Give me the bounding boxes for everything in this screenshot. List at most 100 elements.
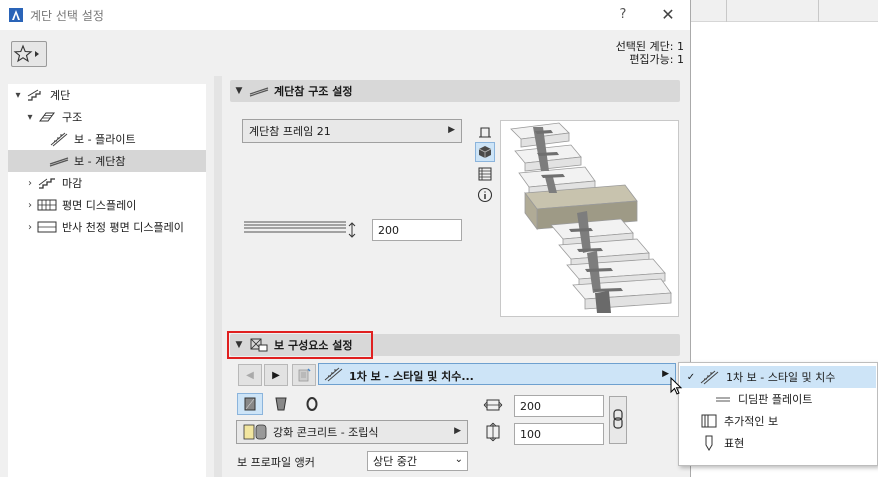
tree-label: 계단 <box>50 89 71 102</box>
collapse-triangle-icon[interactable]: ▼ <box>230 86 248 96</box>
material-swatch-icon <box>243 424 267 440</box>
tree-label: 평면 디스플레이 <box>62 199 137 212</box>
tree-label: 마감 <box>62 177 83 190</box>
material-value: 강화 콘크리트 - 조립식 <box>273 426 379 439</box>
selection-info: 선택된 계단: 1 편집가능: 1 <box>616 40 684 66</box>
menu-item-label: 1차 보 - 스타일 및 치수 <box>726 371 836 384</box>
checkmark-icon: ✓ <box>686 371 696 383</box>
profile-anchor-select[interactable]: 상단 중간 ⌄ <box>367 451 468 471</box>
beam-height-icon <box>486 422 500 442</box>
menu-item-primary-beam[interactable]: ✓ 1차 보 - 스타일 및 치수 <box>680 366 876 388</box>
chevron-right-icon[interactable]: › <box>24 178 36 189</box>
rectangular-profile-button[interactable] <box>237 393 263 415</box>
flight-beam-icon <box>700 370 719 385</box>
floorplan-icon <box>37 199 57 211</box>
chevron-down-icon: ⌄ <box>454 454 463 465</box>
tree-label: 반사 천정 평면 디스플레이 <box>62 221 184 234</box>
star-favorites-icon <box>13 44 39 63</box>
page-settings-button[interactable] <box>292 364 316 386</box>
beam-height-field[interactable]: 100 <box>514 423 604 445</box>
dialog-title: 계단 선택 설정 <box>30 9 104 23</box>
archicad-app-icon <box>9 8 23 22</box>
tread-plate-icon <box>716 397 730 402</box>
3d-view-toggle[interactable] <box>475 142 495 162</box>
tree-item-floor-plan-display[interactable]: › 평면 디스플레이 <box>8 194 206 216</box>
link-dimensions-button[interactable] <box>609 396 627 444</box>
round-profile-button[interactable] <box>299 393 325 415</box>
pane-splitter[interactable] <box>206 84 214 477</box>
beam-width-icon <box>483 399 503 411</box>
mouse-cursor-icon <box>670 377 683 395</box>
settings-tree: ▾ 계단 ▾ 구조 보 - 플라이트 보 - 계단참 › 마감 › 평면 디스플 <box>8 84 206 477</box>
selected-count: 선택된 계단: 1 <box>615 40 684 53</box>
rectangle-profile-icon <box>244 397 256 411</box>
ceiling-plan-icon <box>37 221 57 233</box>
landing-frame-dropdown[interactable]: 계단참 프레임 21 ▶ <box>242 119 462 143</box>
document-settings-icon <box>298 368 311 382</box>
tree-item-stair[interactable]: ▾ 계단 <box>8 84 206 106</box>
landing-frame-value: 계단참 프레임 21 <box>249 125 331 138</box>
section-title: 계단참 구조 설정 <box>274 85 353 98</box>
chevron-right-icon: ▶ <box>448 125 455 135</box>
building-material-dropdown[interactable]: 강화 콘크리트 - 조립식 ▶ <box>236 420 468 444</box>
chevron-right-icon[interactable]: › <box>24 222 36 233</box>
circle-profile-icon <box>306 397 318 411</box>
landing-beam-icon <box>249 87 269 97</box>
tree-item-ceiling-plan-display[interactable]: › 반사 천정 평면 디스플레이 <box>8 216 206 238</box>
structure-icon <box>39 112 55 122</box>
title-bar: 계단 선택 설정 ? ✕ <box>0 0 690 30</box>
chevron-down-icon[interactable]: ▾ <box>12 90 24 101</box>
info-icon[interactable] <box>477 187 493 203</box>
tree-label: 보 - 계단참 <box>74 155 126 168</box>
component-style-value: 1차 보 - 스타일 및 치수... <box>349 370 474 383</box>
close-button[interactable]: ✕ <box>658 5 678 25</box>
chevron-right-icon: ▶ <box>454 426 461 436</box>
additional-beam-icon <box>701 414 717 428</box>
menu-item-representation[interactable]: 표현 <box>680 432 876 454</box>
tree-item-finish[interactable]: › 마감 <box>8 172 206 194</box>
highlight-annotation <box>227 331 373 359</box>
component-style-dropdown[interactable]: 1차 보 - 스타일 및 치수... ▶ <box>318 363 676 385</box>
background-toolbar <box>690 0 878 22</box>
favorites-button[interactable] <box>11 41 47 67</box>
landing-thickness-field[interactable]: 200 <box>372 219 462 241</box>
tree-item-structure[interactable]: ▾ 구조 <box>8 106 206 128</box>
tapered-profile-icon <box>275 397 287 411</box>
next-button[interactable]: ▶ <box>264 364 288 386</box>
floor-plan-view-icon[interactable] <box>477 124 493 140</box>
panel-scrollbar[interactable] <box>214 76 222 477</box>
chevron-right-icon[interactable]: › <box>24 200 36 211</box>
tapered-profile-button[interactable] <box>268 393 294 415</box>
menu-item-additional-beam[interactable]: 추가적인 보 <box>680 410 876 432</box>
section-view-icon[interactable] <box>477 166 493 182</box>
previous-button[interactable]: ◀ <box>238 364 262 386</box>
triangle-left-icon: ◀ <box>246 369 254 381</box>
stair-settings-dialog: 계단 선택 설정 ? ✕ 선택된 계단: 1 편집가능: 1 ▾ 계단 ▾ 구조… <box>0 0 691 477</box>
tree-label: 구조 <box>62 111 83 124</box>
chevron-right-icon: ▶ <box>662 369 669 379</box>
tree-item-flight-beam[interactable]: 보 - 플라이트 <box>8 128 206 150</box>
flight-beam-icon <box>50 132 68 147</box>
profile-anchor-label: 보 프로파일 앵커 <box>237 456 315 469</box>
landing-beam-icon <box>49 157 69 167</box>
editable-count: 편집가능: 1 <box>629 53 684 66</box>
menu-item-tread-plate[interactable]: 디딤판 플레이트 <box>680 388 876 410</box>
help-button[interactable]: ? <box>614 6 632 24</box>
triangle-right-icon: ▶ <box>272 369 280 381</box>
component-popup-menu: ✓ 1차 보 - 스타일 및 치수 디딤판 플레이트 추가적인 보 표현 <box>678 362 878 466</box>
chevron-down-icon[interactable]: ▾ <box>24 112 36 123</box>
menu-item-label: 추가적인 보 <box>724 415 779 428</box>
stair-preview-image <box>510 122 672 313</box>
tree-label: 보 - 플라이트 <box>74 133 136 146</box>
stair-icon <box>27 89 41 101</box>
flight-beam-icon <box>324 367 343 382</box>
stair-3d-preview <box>500 120 679 317</box>
pen-representation-icon <box>705 435 713 451</box>
thickness-diagram-icon <box>244 221 356 238</box>
landing-structure-header[interactable]: ▼ 계단참 구조 설정 <box>230 80 680 102</box>
profile-anchor-value: 상단 중간 <box>373 455 417 468</box>
beam-width-field[interactable]: 200 <box>514 395 604 417</box>
menu-item-label: 표현 <box>724 437 745 450</box>
tree-item-landing-beam[interactable]: 보 - 계단참 <box>8 150 206 172</box>
3d-cube-icon <box>478 146 492 158</box>
